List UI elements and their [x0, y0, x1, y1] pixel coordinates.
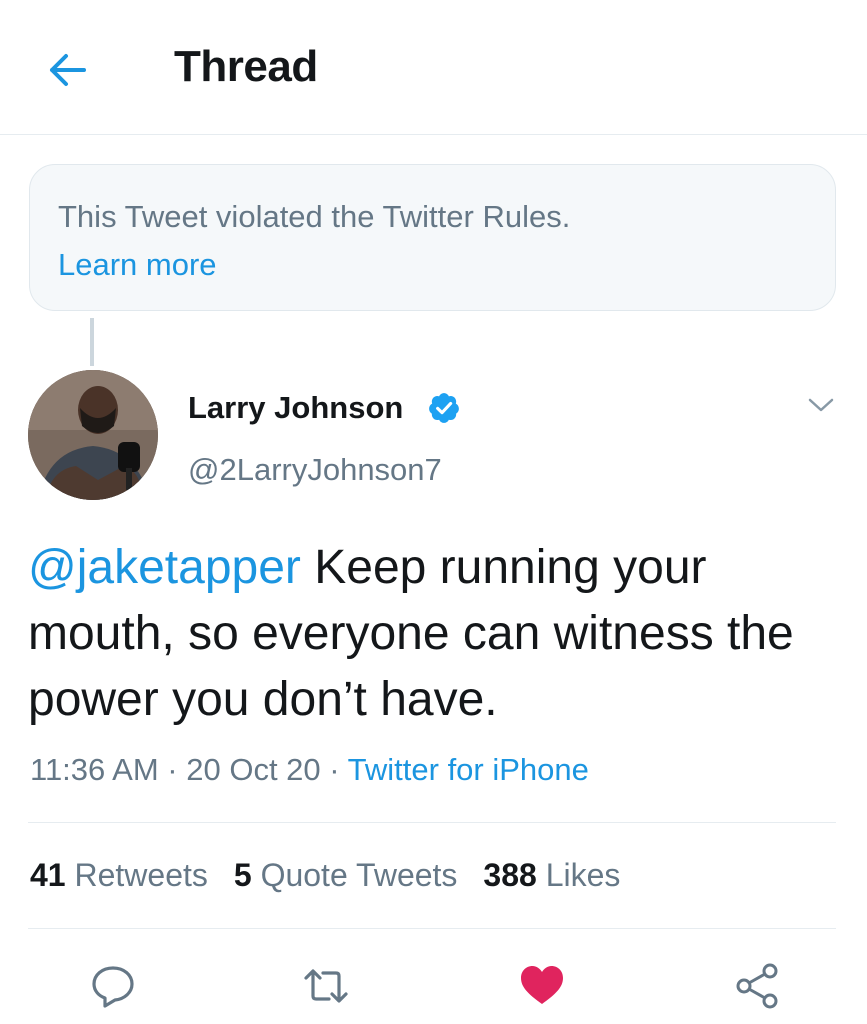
tweet-date: 20 Oct 20 — [186, 752, 321, 787]
tweet-stats: 41 Retweets 5 Quote Tweets 388 Likes — [30, 857, 646, 894]
share-icon — [736, 963, 778, 1009]
like-icon — [521, 966, 563, 1004]
share-button[interactable] — [734, 962, 782, 1010]
tweet-time: 11:36 AM — [30, 752, 159, 787]
page-title: Thread — [174, 42, 318, 91]
like-button[interactable] — [518, 962, 566, 1010]
tweet-text: @jaketapper Keep running your mouth, so … — [28, 535, 848, 733]
avatar[interactable] — [28, 370, 158, 500]
reply-button[interactable] — [89, 962, 137, 1010]
tweet-unavailable-notice: This Tweet violated the Twitter Rules. L… — [29, 164, 836, 311]
chevron-down-icon — [808, 398, 834, 412]
tweet-meta: 11:36 AM · 20 Oct 20 · Twitter for iPhon… — [30, 752, 589, 788]
author-name[interactable]: Larry Johnson — [188, 390, 403, 426]
likes-count: 388 — [483, 857, 537, 893]
quote-tweets-label: Quote Tweets — [260, 857, 458, 893]
retweets-stat[interactable]: 41 Retweets — [30, 857, 208, 893]
retweet-icon — [304, 969, 348, 1003]
divider — [28, 928, 836, 929]
likes-label: Likes — [545, 857, 621, 893]
mention-link[interactable]: @jaketapper — [28, 541, 301, 594]
thread-connector-line — [90, 318, 94, 366]
meta-separator: · — [320, 752, 348, 787]
avatar-image — [28, 370, 158, 500]
reply-icon — [92, 966, 134, 1008]
divider — [28, 822, 836, 823]
retweets-count: 41 — [30, 857, 66, 893]
notice-text: This Tweet violated the Twitter Rules. — [58, 199, 571, 234]
retweets-label: Retweets — [74, 857, 208, 893]
likes-stat[interactable]: 388 Likes — [483, 857, 620, 893]
back-button[interactable] — [44, 50, 88, 90]
tweet-options-button[interactable] — [806, 392, 836, 418]
quote-tweets-stat[interactable]: 5 Quote Tweets — [234, 857, 458, 893]
app-header: Thread — [0, 0, 867, 135]
author-handle[interactable]: @2LarryJohnson7 — [188, 452, 442, 488]
tweet-source-link[interactable]: Twitter for iPhone — [348, 752, 589, 787]
meta-separator: · — [158, 752, 187, 787]
learn-more-link[interactable]: Learn more — [58, 247, 217, 283]
retweet-button[interactable] — [302, 962, 350, 1010]
arrow-left-icon — [50, 54, 86, 86]
verified-badge-icon — [429, 393, 459, 423]
quote-tweets-count: 5 — [233, 857, 252, 893]
